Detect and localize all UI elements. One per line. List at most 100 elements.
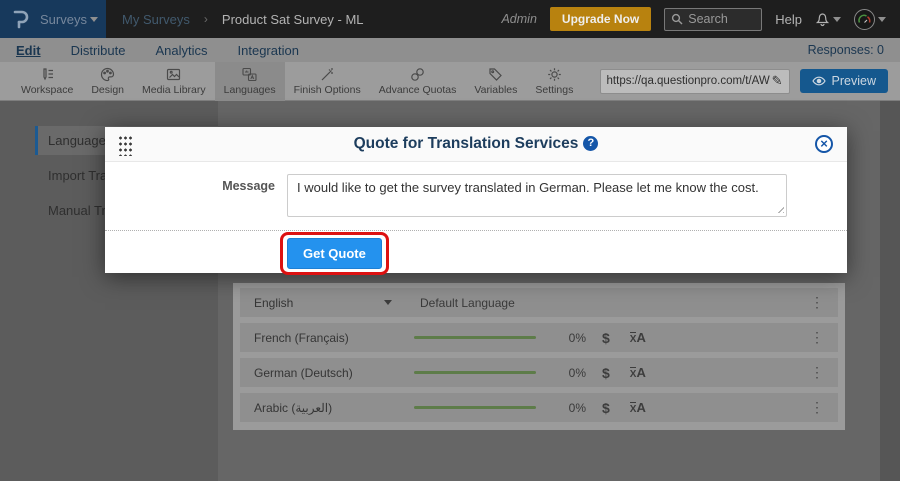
image-icon [166, 67, 181, 82]
close-icon[interactable]: × [815, 135, 833, 153]
message-textarea[interactable]: I would like to get the survey translate… [287, 174, 787, 217]
language-name: Arabic (العربية) [254, 401, 414, 415]
toolbar-item-label: Settings [535, 84, 573, 96]
table-row-default-language: English Default Language ⋮ [240, 288, 838, 317]
language-name: English [254, 296, 384, 310]
search-input[interactable] [688, 12, 754, 26]
modal-title: Quote for Translation Services? [105, 135, 847, 153]
edit-toolbar: Workspace Design Media Library Languages [0, 62, 900, 101]
breadcrumb-survey-title: Product Sat Survey - ML [222, 12, 364, 27]
search-box[interactable] [664, 8, 762, 31]
message-label: Message [105, 174, 287, 217]
translate-icon [242, 67, 257, 82]
admin-label: Admin [501, 12, 536, 26]
account-menu[interactable] [854, 9, 886, 30]
chevron-down-icon [878, 17, 886, 22]
toolbar-item-settings[interactable]: Settings [526, 62, 582, 101]
toolbar-item-label: Variables [474, 84, 517, 96]
toolbar-item-label: Design [91, 84, 124, 96]
eye-icon [812, 76, 826, 86]
languages-table: English Default Language ⋮ French (Franç… [233, 283, 845, 430]
row-menu-icon[interactable]: ⋮ [810, 294, 824, 311]
toolbar-item-workspace[interactable]: Workspace [12, 62, 82, 101]
toolbar-item-languages[interactable]: Languages [215, 62, 285, 101]
translate-language-icon[interactable]: XA [630, 330, 646, 345]
survey-url-input[interactable] [607, 75, 772, 87]
message-textarea-wrap: I would like to get the survey translate… [287, 174, 787, 217]
quote-cost-icon[interactable]: $ [602, 365, 610, 381]
translation-progress-percent: 0% [546, 331, 586, 345]
main-nav: Edit Distribute Analytics Integration Re… [0, 38, 900, 62]
tab-edit[interactable]: Edit [16, 43, 41, 58]
translation-progress-bar [414, 336, 536, 339]
help-icon[interactable]: ? [583, 136, 598, 151]
drag-handle-icon[interactable] [118, 135, 132, 156]
translate-language-icon[interactable]: XA [630, 365, 646, 380]
modal-footer: Get Quote [105, 231, 847, 269]
tab-analytics[interactable]: Analytics [155, 43, 207, 58]
tab-integration[interactable]: Integration [238, 43, 299, 58]
survey-url-box: ✎ [600, 69, 790, 94]
magic-wand-icon [320, 67, 335, 82]
gear-icon [547, 67, 562, 82]
chevron-down-icon [90, 17, 98, 22]
bell-icon [815, 11, 830, 27]
avatar [854, 9, 875, 30]
notifications-menu[interactable] [815, 11, 841, 27]
translation-progress-percent: 0% [546, 366, 586, 380]
modal-header: Quote for Translation Services? × [105, 127, 847, 162]
chevron-down-icon [833, 17, 841, 22]
questionpro-logo-icon [11, 8, 31, 30]
default-language-label: Default Language [420, 296, 515, 310]
workspace-icon [40, 67, 55, 82]
quote-cost-icon[interactable]: $ [602, 330, 610, 346]
translation-progress-percent: 0% [546, 401, 586, 415]
chevron-down-icon[interactable] [384, 300, 392, 305]
usage-gauge-icon [858, 14, 871, 24]
toolbar-item-variables[interactable]: Variables [465, 62, 526, 101]
row-menu-icon[interactable]: ⋮ [810, 329, 824, 346]
toolbar-item-media-library[interactable]: Media Library [133, 62, 215, 101]
tab-distribute[interactable]: Distribute [71, 43, 126, 58]
table-row-french: French (Français) 0% $ XA ⋮ [240, 323, 838, 352]
table-row-german: German (Deutsch) 0% $ XA ⋮ [240, 358, 838, 387]
quote-cost-icon[interactable]: $ [602, 400, 610, 416]
preview-button[interactable]: Preview [800, 69, 888, 93]
toolbar-right: ✎ Preview [600, 69, 900, 94]
table-row-arabic: Arabic (العربية) 0% $ XA ⋮ [240, 393, 838, 422]
translation-progress-bar [414, 371, 536, 374]
top-bar: Surveys My Surveys › Product Sat Survey … [0, 0, 900, 38]
quote-translation-modal: Quote for Translation Services? × Messag… [105, 127, 847, 273]
surveys-menu-label: Surveys [40, 12, 87, 27]
toolbar-item-design[interactable]: Design [82, 62, 133, 101]
row-menu-icon[interactable]: ⋮ [810, 399, 824, 416]
language-name: German (Deutsch) [254, 366, 414, 380]
row-menu-icon[interactable]: ⋮ [810, 364, 824, 381]
toolbar-item-label: Languages [224, 84, 276, 96]
toolbar-item-label: Media Library [142, 84, 206, 96]
toolbar-item-label: Finish Options [294, 84, 361, 96]
palette-icon [100, 67, 115, 82]
toolbar-item-label: Workspace [21, 84, 73, 96]
tag-icon [488, 67, 503, 82]
chain-links-icon [410, 67, 425, 82]
toolbar-item-label: Advance Quotas [379, 84, 457, 96]
surveys-menu[interactable]: Surveys [0, 0, 106, 38]
breadcrumb-my-surveys[interactable]: My Surveys [122, 12, 190, 27]
preview-button-label: Preview [832, 74, 876, 88]
top-bar-right: Admin Upgrade Now Help [501, 7, 900, 31]
responses-count: Responses: 0 [808, 43, 884, 57]
language-name: French (Français) [254, 331, 414, 345]
app-window: Surveys My Surveys › Product Sat Survey … [0, 0, 900, 481]
breadcrumb-separator: › [204, 12, 208, 26]
edit-url-icon[interactable]: ✎ [772, 73, 783, 89]
search-icon [671, 13, 683, 25]
translation-progress-bar [414, 406, 536, 409]
help-link[interactable]: Help [775, 12, 802, 27]
translate-language-icon[interactable]: XA [630, 400, 646, 415]
upgrade-now-button[interactable]: Upgrade Now [550, 7, 651, 31]
get-quote-button[interactable]: Get Quote [287, 238, 382, 269]
breadcrumb: My Surveys › Product Sat Survey - ML [122, 12, 364, 27]
toolbar-item-finish-options[interactable]: Finish Options [285, 62, 370, 101]
toolbar-item-advance-quotas[interactable]: Advance Quotas [370, 62, 466, 101]
